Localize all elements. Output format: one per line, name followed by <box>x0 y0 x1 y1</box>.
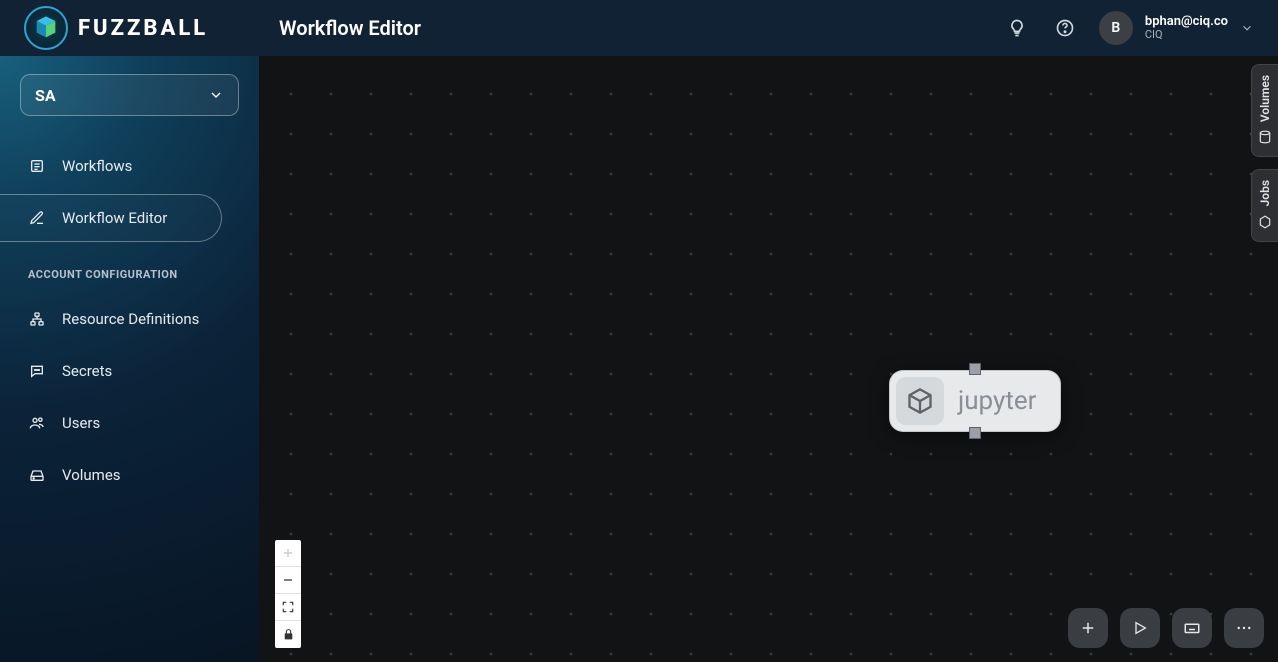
page-title: Workflow Editor <box>259 16 421 40</box>
lightbulb-icon <box>1007 18 1027 38</box>
chat-icon <box>28 363 46 379</box>
drive-icon <box>28 467 46 483</box>
right-rail: Volumes Jobs <box>1251 64 1278 242</box>
theme-toggle[interactable] <box>1003 14 1031 42</box>
hexagon-icon <box>1258 215 1272 229</box>
zoom-in-button[interactable] <box>275 540 301 567</box>
list-icon <box>28 158 46 174</box>
node-port-out[interactable] <box>969 427 981 439</box>
node-label: jupyter <box>958 386 1054 416</box>
canvas-grid <box>259 56 1278 662</box>
org-selector[interactable]: SA <box>20 74 239 116</box>
sidebar-item-workflows[interactable]: Workflows <box>0 142 239 190</box>
sidebar-item-label: Workflows <box>62 157 132 175</box>
play-icon <box>1132 620 1148 636</box>
help-button[interactable] <box>1051 14 1079 42</box>
database-icon <box>1258 130 1272 144</box>
sidebar-item-users[interactable]: Users <box>0 399 239 447</box>
sidebar-item-volumes[interactable]: Volumes <box>0 451 239 499</box>
sidebar-item-label: Workflow Editor <box>62 209 167 227</box>
zoom-fit-button[interactable] <box>275 594 301 621</box>
avatar: B <box>1099 11 1133 45</box>
keyboard-shortcuts-button[interactable] <box>1172 608 1212 648</box>
workflow-node-jupyter[interactable]: jupyter <box>889 370 1061 432</box>
body: SA Workflows Workflow Editor <box>0 56 1278 662</box>
sidebar-item-label: Volumes <box>62 466 121 484</box>
sidebar-item-label: Users <box>62 414 100 432</box>
canvas-actions <box>1068 608 1264 648</box>
sitemap-icon <box>28 311 46 327</box>
user-org: CIQ <box>1145 29 1228 41</box>
chevron-down-icon <box>208 87 224 103</box>
sidebar-item-resource-definitions[interactable]: Resource Definitions <box>0 295 239 343</box>
sidebar: SA Workflows Workflow Editor <box>0 56 259 662</box>
zoom-out-button[interactable] <box>275 567 301 594</box>
brand-logo-icon <box>32 14 60 42</box>
sidebar-item-secrets[interactable]: Secrets <box>0 347 239 395</box>
users-icon <box>28 415 46 431</box>
plus-icon <box>1079 619 1097 637</box>
node-port-in[interactable] <box>969 363 981 375</box>
more-horizontal-icon <box>1235 619 1253 637</box>
add-node-button[interactable] <box>1068 608 1108 648</box>
header-actions: B bphan@ciq.co CIQ <box>1003 11 1262 45</box>
sidebar-item-label: Resource Definitions <box>62 310 199 328</box>
cube-icon <box>896 377 944 425</box>
lock-icon <box>282 628 295 641</box>
rail-tab-label: Volumes <box>1258 75 1272 122</box>
plus-icon <box>281 546 295 560</box>
user-menu[interactable]: B bphan@ciq.co CIQ <box>1099 11 1254 45</box>
rail-tab-volumes[interactable]: Volumes <box>1251 64 1278 157</box>
nav-main: Workflows Workflow Editor <box>0 142 239 242</box>
nav-config: Resource Definitions Secrets Users <box>0 295 239 499</box>
brand-name: FUZZBALL <box>78 16 208 41</box>
rail-tab-label: Jobs <box>1258 180 1272 206</box>
fullscreen-icon <box>281 600 295 614</box>
edit-icon <box>28 210 46 226</box>
org-selector-value: SA <box>35 86 56 105</box>
sidebar-item-workflow-editor[interactable]: Workflow Editor <box>0 194 222 242</box>
zoom-lock-button[interactable] <box>275 621 301 648</box>
more-actions-button[interactable] <box>1224 608 1264 648</box>
user-email: bphan@ciq.co <box>1145 15 1228 29</box>
header: FUZZBALL Workflow Editor B <box>0 0 1278 56</box>
brand-logo[interactable]: FUZZBALL <box>0 0 259 56</box>
sidebar-section-title: ACCOUNT CONFIGURATION <box>28 268 239 281</box>
help-icon <box>1055 18 1075 38</box>
user-info: bphan@ciq.co CIQ <box>1145 15 1228 41</box>
rail-tab-jobs[interactable]: Jobs <box>1251 169 1278 241</box>
zoom-controls <box>275 540 301 648</box>
minus-icon <box>281 573 295 587</box>
chevron-down-icon <box>1240 21 1254 35</box>
canvas[interactable]: jupyter Volumes Jobs <box>259 56 1278 662</box>
sidebar-item-label: Secrets <box>62 362 112 380</box>
run-button[interactable] <box>1120 608 1160 648</box>
keyboard-icon <box>1183 619 1201 637</box>
app-root: FUZZBALL Workflow Editor B <box>0 0 1278 662</box>
brand-logo-badge <box>24 6 68 50</box>
